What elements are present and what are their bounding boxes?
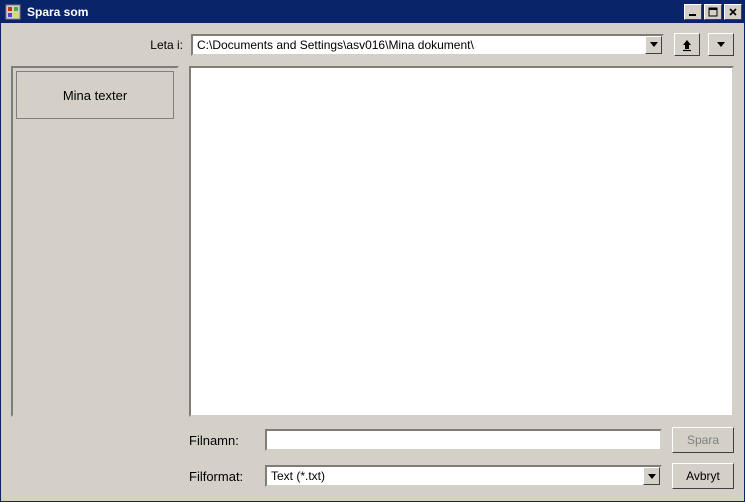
filename-input[interactable] — [265, 429, 662, 451]
window-controls — [684, 4, 742, 20]
up-arrow-icon — [680, 38, 694, 52]
close-button[interactable] — [724, 4, 742, 20]
chevron-down-icon[interactable] — [643, 467, 660, 485]
file-format-value: Text (*.txt) — [267, 469, 643, 483]
filename-label: Filnamn: — [189, 433, 265, 448]
chevron-down-icon — [717, 42, 725, 47]
titlebar[interactable]: Spara som — [1, 1, 744, 23]
places-sidebar: Mina texter — [11, 66, 179, 417]
file-list[interactable] — [189, 66, 734, 417]
main-area: Mina texter — [11, 66, 734, 417]
bottom-panel: Filnamn: Spara Filformat: Text (*.txt) A… — [11, 427, 734, 489]
window-title: Spara som — [25, 5, 684, 19]
sidebar-item-mina-texter[interactable]: Mina texter — [16, 71, 174, 119]
up-folder-button[interactable] — [674, 33, 700, 56]
client-area: Leta i: C:\Documents and Settings\asv016… — [1, 23, 744, 501]
sidebar-item-label: Mina texter — [63, 88, 127, 103]
app-icon — [5, 4, 21, 20]
save-as-dialog: Spara som Leta i: C:\Documents and Setti… — [0, 0, 745, 502]
cancel-button[interactable]: Avbryt — [672, 463, 734, 489]
file-format-label: Filformat: — [189, 469, 265, 484]
file-format-combo[interactable]: Text (*.txt) — [265, 465, 662, 487]
save-button[interactable]: Spara — [672, 427, 734, 453]
look-in-path: C:\Documents and Settings\asv016\Mina do… — [193, 38, 645, 52]
minimize-button[interactable] — [684, 4, 702, 20]
look-in-row: Leta i: C:\Documents and Settings\asv016… — [11, 33, 734, 56]
chevron-down-icon[interactable] — [645, 36, 662, 54]
look-in-label: Leta i: — [11, 38, 191, 52]
view-menu-button[interactable] — [708, 33, 734, 56]
maximize-button[interactable] — [704, 4, 722, 20]
look-in-combo[interactable]: C:\Documents and Settings\asv016\Mina do… — [191, 34, 664, 56]
